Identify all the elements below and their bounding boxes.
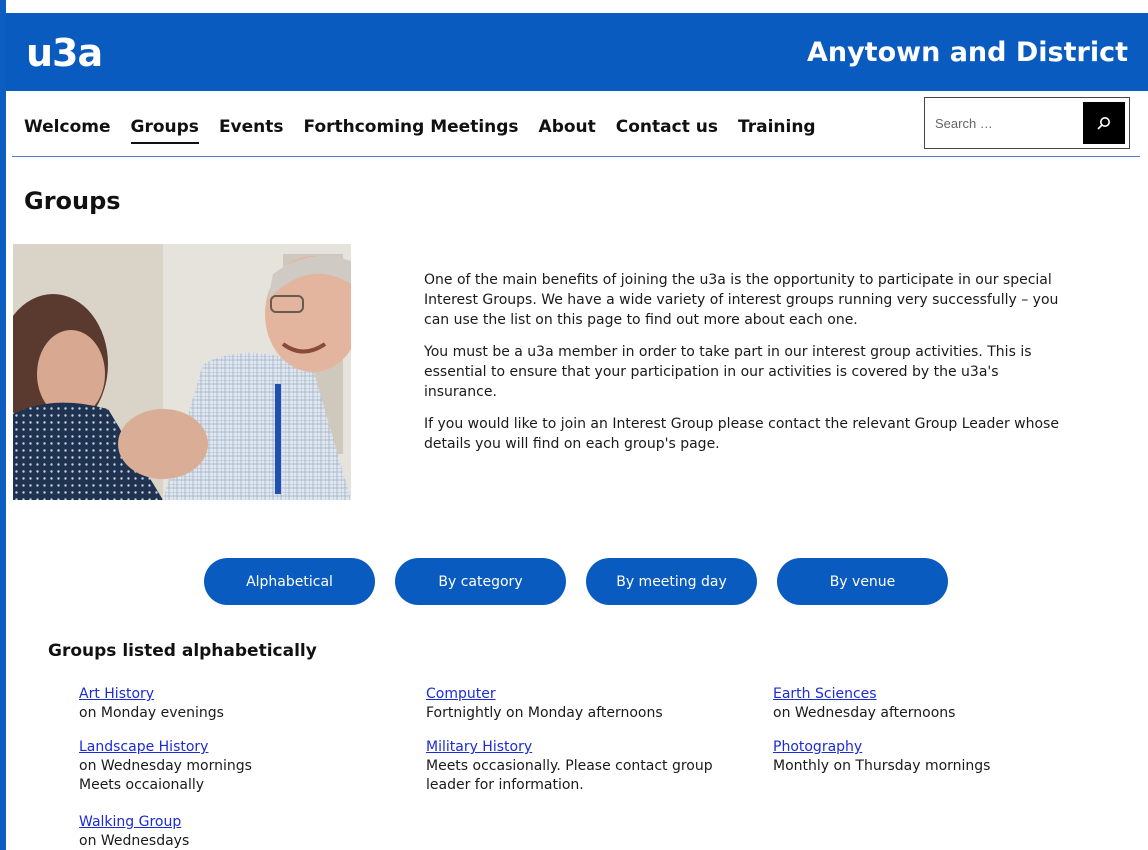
nav-item-training[interactable]: Training	[738, 116, 816, 144]
list-item: Computer Fortnightly on Monday afternoon…	[426, 685, 663, 723]
group-link-landscape-history[interactable]: Landscape History	[79, 738, 252, 757]
group-schedule: on Wednesday mornings	[79, 758, 252, 774]
group-note: Meets occaionally	[79, 777, 205, 793]
nav-item-contact-us[interactable]: Contact us	[616, 116, 718, 144]
by-category-button[interactable]: By category	[395, 558, 566, 605]
by-venue-button[interactable]: By venue	[777, 558, 948, 605]
search-icon	[1097, 117, 1110, 130]
site-header: u3a Anytown and District	[6, 13, 1148, 91]
group-link-earth-sciences[interactable]: Earth Sciences	[773, 685, 955, 704]
search-input[interactable]	[925, 98, 1083, 148]
group-link-walking-group[interactable]: Walking Group	[79, 813, 189, 832]
intro-paragraph: One of the main benefits of joining the …	[424, 272, 1059, 328]
nav-item-forthcoming-meetings[interactable]: Forthcoming Meetings	[304, 116, 519, 144]
group-photo	[13, 244, 351, 500]
group-schedule: Fortnightly on Monday afternoons	[426, 705, 663, 721]
search-button[interactable]	[1083, 102, 1125, 144]
alphabetical-button[interactable]: Alphabetical	[204, 558, 375, 605]
group-link-computer[interactable]: Computer	[426, 685, 663, 704]
group-link-photography[interactable]: Photography	[773, 738, 990, 757]
group-schedule: on Wednesdays	[79, 833, 190, 849]
group-filter-buttons: Alphabetical By category By meeting day …	[204, 558, 948, 605]
group-schedule: Meets occasionally. Please contact group	[426, 758, 713, 774]
nav-item-welcome[interactable]: Welcome	[24, 116, 111, 144]
nav-item-about[interactable]: About	[539, 116, 596, 144]
list-item: Landscape History on Wednesday mornings …	[79, 738, 252, 795]
group-schedule: Monthly on Thursday mornings	[773, 758, 991, 774]
search-box	[924, 97, 1130, 149]
list-item: Walking Group on Wednesdays	[79, 813, 189, 850]
by-meeting-day-button[interactable]: By meeting day	[586, 558, 757, 605]
group-note: leader for information.	[426, 777, 584, 793]
main-nav: Welcome Groups Events Forthcoming Meetin…	[24, 116, 836, 144]
nav-item-groups[interactable]: Groups	[130, 116, 199, 144]
intro-paragraph: You must be a u3a member in order to tak…	[424, 344, 1032, 400]
groups-list-heading: Groups listed alphabetically	[48, 641, 317, 661]
group-link-art-history[interactable]: Art History	[79, 685, 224, 704]
list-item: Photography Monthly on Thursday mornings	[773, 738, 990, 776]
intro-paragraph: If you would like to join an Interest Gr…	[424, 416, 1059, 452]
list-item: Earth Sciences on Wednesday afternoons	[773, 685, 955, 723]
page-title: Groups	[24, 187, 121, 215]
list-item: Art History on Monday evenings	[79, 685, 224, 723]
site-name[interactable]: Anytown and District	[807, 35, 1128, 71]
nav-item-events[interactable]: Events	[219, 116, 284, 144]
u3a-logo[interactable]: u3a	[26, 31, 103, 75]
list-item: Military History Meets occasionally. Ple…	[426, 738, 713, 795]
nav-divider	[12, 156, 1140, 157]
group-schedule: on Wednesday afternoons	[773, 705, 956, 721]
intro-text: One of the main benefits of joining the …	[424, 270, 1064, 466]
group-link-military-history[interactable]: Military History	[426, 738, 713, 757]
group-schedule: on Monday evenings	[79, 705, 224, 721]
